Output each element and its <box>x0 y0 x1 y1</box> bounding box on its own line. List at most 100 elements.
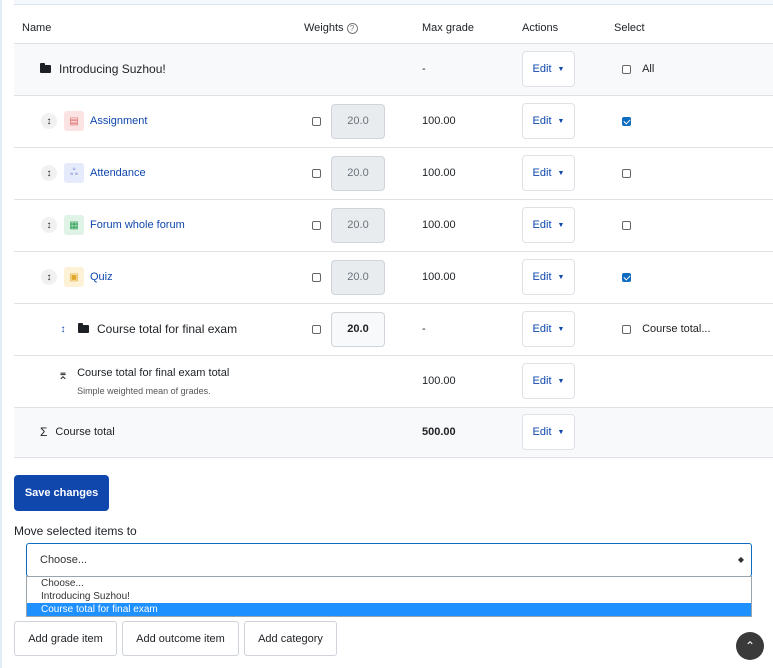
scroll-to-top-button[interactable]: ⌃ <box>736 632 764 660</box>
caret-down-icon: ▼ <box>557 325 565 333</box>
edit-button[interactable]: Edit ▼ <box>522 103 575 139</box>
caret-down-icon: ▼ <box>557 169 565 177</box>
edit-label: Edit <box>532 167 552 179</box>
item-link[interactable]: Forum whole forum <box>90 219 185 231</box>
weight-override-checkbox[interactable] <box>312 116 321 126</box>
save-changes-button[interactable]: Save changes <box>14 475 109 511</box>
dropdown-option[interactable]: Choose... <box>27 577 751 590</box>
subtotal-description: Simple weighted mean of grades. <box>77 385 211 396</box>
subcategory-name-wrap: ↕ Course total for final exam <box>55 321 304 337</box>
item-name-cell: ↕ ▦ Forum whole forum <box>14 199 304 252</box>
dropdown-option-highlighted[interactable]: Course total for final exam <box>27 603 751 616</box>
move-handle-icon[interactable]: ↕ <box>41 165 57 181</box>
caret-down-icon: ▼ <box>557 65 565 73</box>
add-grade-item-button[interactable]: Add grade item <box>14 621 117 656</box>
subcategory-select-cell: Course total... <box>614 303 773 356</box>
subtotal-text: Course total for final exam total Simple… <box>77 367 229 396</box>
top-info-strip <box>14 0 773 5</box>
edit-button[interactable]: Edit ▼ <box>522 414 575 450</box>
edit-button[interactable]: Edit ▼ <box>522 51 575 87</box>
category-select-cell: All <box>614 43 773 96</box>
weight-input[interactable]: 20.0 <box>331 103 385 139</box>
edit-label: Edit <box>532 426 552 438</box>
table-row: ↕ ஃ Attendance 20.0 100.00 Edit ▼ <box>14 147 773 200</box>
table-row: ↕ ▣ Quiz 20.0 100.00 Edit ▼ <box>14 251 773 304</box>
item-name-wrap: ↕ ▤ Assignment <box>41 111 304 131</box>
select-category-checkbox[interactable] <box>622 324 631 334</box>
category-actions-cell: Edit ▼ <box>522 43 614 96</box>
edit-label: Edit <box>532 115 552 127</box>
weight-override-checkbox[interactable] <box>312 220 321 230</box>
category-weight-cell <box>304 43 422 96</box>
table-row: ↕ ▤ Assignment 20.0 100.00 Edit ▼ <box>14 95 773 148</box>
select-checkbox[interactable] <box>622 168 631 178</box>
item-select-cell <box>614 251 773 304</box>
item-link[interactable]: Assignment <box>90 115 147 127</box>
weight-input[interactable]: 20.0 <box>331 311 385 347</box>
edit-button[interactable]: Edit ▼ <box>522 207 575 243</box>
item-actions-cell: Edit ▼ <box>522 199 614 252</box>
item-weight-cell: 20.0 <box>304 251 422 304</box>
caret-down-icon: ▼ <box>557 221 565 229</box>
edit-button[interactable]: Edit ▼ <box>522 155 575 191</box>
course-total-row: Σ Course total 500.00 Edit ▼ <box>14 407 773 458</box>
calculator-icon: ⌆ <box>58 367 69 382</box>
edit-button[interactable]: Edit ▼ <box>522 311 575 347</box>
edit-label: Edit <box>532 63 552 75</box>
move-handle-icon[interactable]: ↕ <box>41 217 57 233</box>
item-max: 100.00 <box>422 147 522 200</box>
item-link[interactable]: Attendance <box>90 167 146 179</box>
add-outcome-item-button[interactable]: Add outcome item <box>122 621 239 656</box>
subcategory-actions-cell: Edit ▼ <box>522 303 614 356</box>
add-category-button[interactable]: Add category <box>244 621 337 656</box>
help-icon[interactable]: ? <box>346 22 358 34</box>
item-weight-cell: 20.0 <box>304 147 422 200</box>
subtotal-row: ⌆ Course total for final exam total Simp… <box>14 355 773 408</box>
move-handle-icon[interactable]: ↕ <box>55 321 71 337</box>
total-name-wrap: Σ Course total <box>40 425 304 439</box>
weight-input[interactable]: 20.0 <box>331 155 385 191</box>
gradebook-setup-table: Name Weights ? Max grade Actions Select … <box>14 14 773 458</box>
item-max: 100.00 <box>422 199 522 252</box>
edit-label: Edit <box>532 219 552 231</box>
subcategory-max: - <box>422 303 522 356</box>
weight-input[interactable]: 20.0 <box>331 259 385 295</box>
edit-button[interactable]: Edit ▼ <box>522 363 575 399</box>
caret-down-icon: ▼ <box>557 377 565 385</box>
select-all-label: All <box>642 63 655 75</box>
edit-button[interactable]: Edit ▼ <box>522 259 575 295</box>
item-weight-cell: 20.0 <box>304 199 422 252</box>
item-link[interactable]: Quiz <box>90 271 113 283</box>
select-all-checkbox[interactable] <box>622 64 631 74</box>
total-max: 500.00 <box>422 407 522 458</box>
total-weight-cell <box>304 407 422 458</box>
move-handle-icon[interactable]: ↕ <box>41 269 57 285</box>
item-actions-cell: Edit ▼ <box>522 251 614 304</box>
move-destination-select[interactable]: Choose... ◆ <box>26 543 752 577</box>
subtotal-name-cell: ⌆ Course total for final exam total Simp… <box>14 355 304 408</box>
header-weights: Weights ? <box>304 14 422 44</box>
attendance-icon: ஃ <box>64 163 84 183</box>
assignment-icon: ▤ <box>64 111 84 131</box>
folder-icon <box>78 323 89 333</box>
select-checkbox[interactable] <box>622 220 631 230</box>
category-title: Introducing Suzhou! <box>59 62 166 76</box>
item-name-cell: ↕ ▣ Quiz <box>14 251 304 304</box>
weight-override-checkbox[interactable] <box>312 324 321 334</box>
item-select-cell <box>614 147 773 200</box>
header-weights-label: Weights <box>304 22 344 35</box>
select-checkbox[interactable] <box>622 272 631 282</box>
folder-icon <box>40 63 51 73</box>
edit-label: Edit <box>532 271 552 283</box>
dropdown-option[interactable]: Introducing Suzhou! <box>27 590 751 603</box>
table-row: ↕ ▦ Forum whole forum 20.0 100.00 Edit ▼ <box>14 199 773 252</box>
table-header-row: Name Weights ? Max grade Actions Select <box>14 14 773 44</box>
weight-override-checkbox[interactable] <box>312 272 321 282</box>
select-checkbox[interactable] <box>622 116 631 126</box>
quiz-icon: ▣ <box>64 267 84 287</box>
move-handle-icon[interactable]: ↕ <box>41 113 57 129</box>
move-selected-value: Choose... <box>40 554 88 566</box>
weight-input[interactable]: 20.0 <box>331 207 385 243</box>
select-category-label: Course total... <box>642 323 711 335</box>
weight-override-checkbox[interactable] <box>312 168 321 178</box>
